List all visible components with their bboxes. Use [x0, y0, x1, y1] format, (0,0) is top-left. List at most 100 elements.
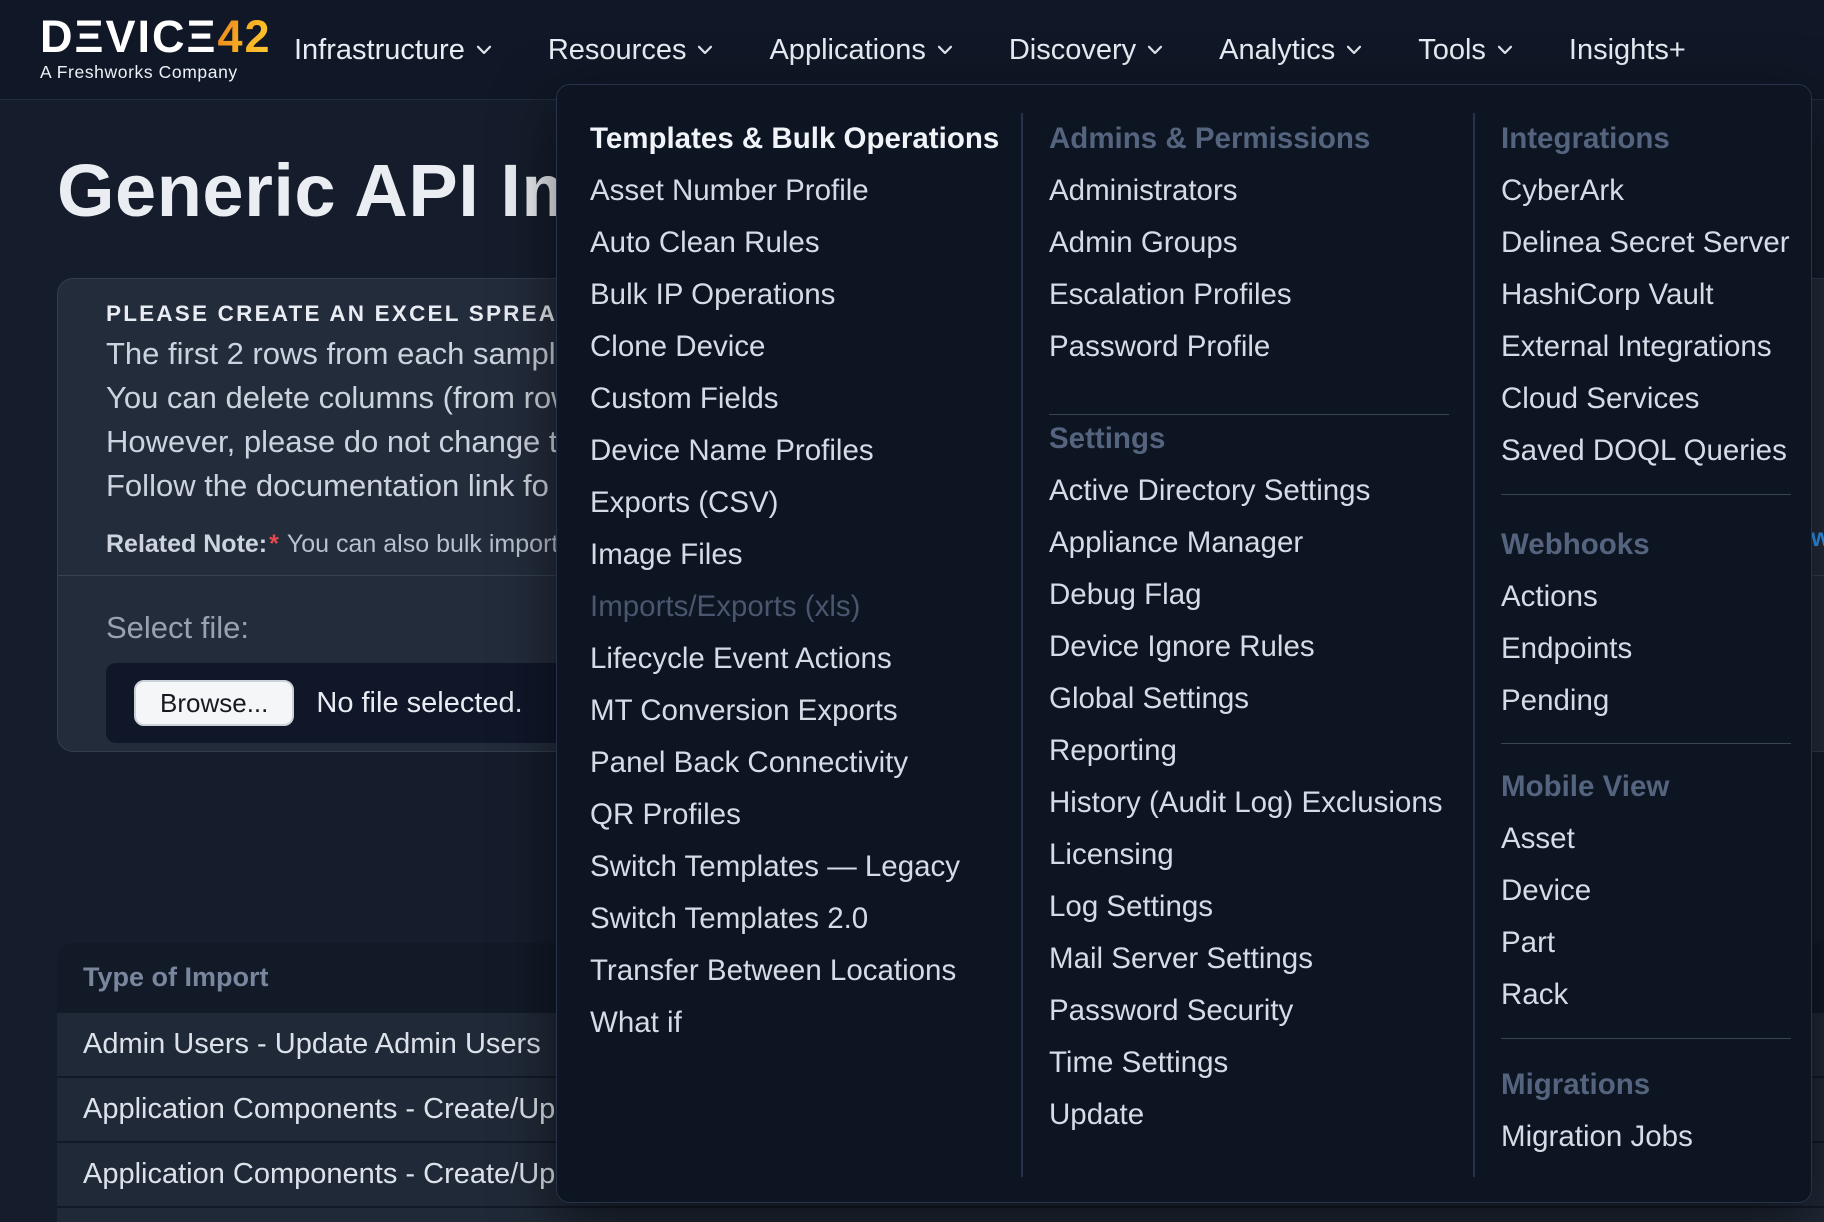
file-status-text: No file selected.	[316, 687, 522, 720]
menu-item-mail-server-settings[interactable]: Mail Server Settings	[1049, 933, 1442, 985]
menu-item-escalation-profiles[interactable]: Escalation Profiles	[1049, 269, 1370, 321]
menu-item-exports-csv[interactable]: Exports (CSV)	[590, 477, 999, 529]
menu-item-clone-device[interactable]: Clone Device	[590, 321, 999, 373]
menu-item-device-ignore-rules[interactable]: Device Ignore Rules	[1049, 621, 1442, 673]
required-asterisk: *	[269, 530, 279, 558]
device42-logo[interactable]: DΞVICΞ42 A Freshworks Company	[40, 13, 272, 83]
menu-column-divider	[1473, 113, 1475, 1177]
menu-item-licensing[interactable]: Licensing	[1049, 829, 1442, 881]
menu-item-active-directory-settings[interactable]: Active Directory Settings	[1049, 465, 1442, 517]
menu-item-custom-fields[interactable]: Custom Fields	[590, 373, 999, 425]
menu-item-debug-flag[interactable]: Debug Flag	[1049, 569, 1442, 621]
menu-item-transfer-between-locations[interactable]: Transfer Between Locations	[590, 945, 999, 997]
instruction-line: The first 2 rows from each sampl	[106, 332, 574, 376]
menu-item-external-integrations[interactable]: External Integrations	[1501, 321, 1790, 373]
menu-section-header-migrations: Migrations	[1501, 1059, 1693, 1111]
menu-section-divider	[1501, 494, 1791, 495]
menu-item-image-files[interactable]: Image Files	[590, 529, 999, 581]
menu-section-header-settings: Settings	[1049, 413, 1442, 465]
logo-tagline: A Freshworks Company	[40, 62, 272, 83]
chevron-down-icon	[1497, 45, 1513, 55]
nav-item-label: Tools	[1418, 34, 1486, 67]
menu-item-password-security[interactable]: Password Security	[1049, 985, 1442, 1037]
menu-item-switch-templates-legacy[interactable]: Switch Templates — Legacy	[590, 841, 999, 893]
browse-button[interactable]: Browse...	[134, 680, 294, 726]
menu-section-divider	[1501, 1038, 1791, 1039]
table-cell-text: Application Components - Create/Update A	[83, 1158, 638, 1190]
menu-column-2-section-admins-permissions: Admins & PermissionsAdministratorsAdmin …	[1049, 113, 1370, 373]
menu-item-cloud-services[interactable]: Cloud Services	[1501, 373, 1790, 425]
table-cell-text: Admin Users - Update Admin Users	[83, 1028, 541, 1060]
nav-item-tools[interactable]: Tools	[1418, 34, 1513, 67]
menu-item-bulk-ip-operations[interactable]: Bulk IP Operations	[590, 269, 999, 321]
nav-item-label: Analytics	[1219, 34, 1335, 67]
menu-item-delinea-secret-server[interactable]: Delinea Secret Server	[1501, 217, 1790, 269]
menu-item-device-name-profiles[interactable]: Device Name Profiles	[590, 425, 999, 477]
menu-item-lifecycle-event-actions[interactable]: Lifecycle Event Actions	[590, 633, 999, 685]
logo-accent-42: 42	[217, 11, 271, 62]
menu-item-migration-jobs[interactable]: Migration Jobs	[1501, 1111, 1693, 1163]
select-file-label: Select file:	[106, 610, 249, 646]
nav-item-applications[interactable]: Applications	[769, 34, 952, 67]
menu-item-imports-exports-xls: Imports/Exports (xls)	[590, 581, 999, 633]
related-note: Related Note:*You can also bulk import y…	[106, 530, 606, 559]
menu-section-header-webhooks: Webhooks	[1501, 519, 1650, 571]
tools-dropdown-menu: Templates & Bulk OperationsAsset Number …	[556, 84, 1812, 1203]
menu-item-rack[interactable]: Rack	[1501, 969, 1669, 1021]
menu-item-device[interactable]: Device	[1501, 865, 1669, 917]
menu-column-3-section-migrations: MigrationsMigration Jobs	[1501, 1059, 1693, 1163]
menu-item-reporting[interactable]: Reporting	[1049, 725, 1442, 777]
menu-column-2-section-settings: SettingsActive Directory SettingsApplian…	[1049, 413, 1442, 1141]
nav-item-analytics[interactable]: Analytics	[1219, 34, 1362, 67]
menu-item-saved-doql-queries[interactable]: Saved DOQL Queries	[1501, 425, 1790, 477]
menu-item-auto-clean-rules[interactable]: Auto Clean Rules	[590, 217, 999, 269]
menu-item-endpoints[interactable]: Endpoints	[1501, 623, 1650, 675]
menu-item-panel-back-connectivity[interactable]: Panel Back Connectivity	[590, 737, 999, 789]
menu-item-appliance-manager[interactable]: Appliance Manager	[1049, 517, 1442, 569]
menu-item-history-audit-log-exclusions[interactable]: History (Audit Log) Exclusions	[1049, 777, 1442, 829]
menu-item-cyberark[interactable]: CyberArk	[1501, 165, 1790, 217]
menu-item-password-profile[interactable]: Password Profile	[1049, 321, 1370, 373]
nav-item-label: Resources	[548, 34, 687, 67]
instructions-lines: The first 2 rows from each samplYou can …	[106, 332, 574, 508]
menu-column-3-section-integrations: IntegrationsCyberArkDelinea Secret Serve…	[1501, 113, 1790, 477]
nav-item-resources[interactable]: Resources	[548, 34, 714, 67]
menu-section-header-integrations: Integrations	[1501, 113, 1790, 165]
menu-item-asset-number-profile[interactable]: Asset Number Profile	[590, 165, 999, 217]
nav-item-discovery[interactable]: Discovery	[1009, 34, 1163, 67]
menu-item-hashicorp-vault[interactable]: HashiCorp Vault	[1501, 269, 1790, 321]
page-title: Generic API Im	[57, 148, 588, 233]
table-cell-text: Application Components - Create/Update A	[83, 1093, 638, 1125]
menu-column-divider	[1021, 113, 1023, 1177]
menu-column-1-section-templates-bulk-operations: Templates & Bulk OperationsAsset Number …	[590, 113, 999, 1049]
nav-item-label: Applications	[769, 34, 925, 67]
related-note-link-fragment[interactable]: w	[1811, 524, 1824, 553]
app-root: Generic API Im PLEASE CREATE AN EXCEL SP…	[0, 0, 1824, 1222]
menu-item-what-if[interactable]: What if	[590, 997, 999, 1049]
nav-item-insights+[interactable]: Insights+	[1569, 34, 1686, 67]
menu-item-mt-conversion-exports[interactable]: MT Conversion Exports	[590, 685, 999, 737]
menu-item-admin-groups[interactable]: Admin Groups	[1049, 217, 1370, 269]
menu-item-switch-templates-2-0[interactable]: Switch Templates 2.0	[590, 893, 999, 945]
menu-item-actions[interactable]: Actions	[1501, 571, 1650, 623]
menu-item-global-settings[interactable]: Global Settings	[1049, 673, 1442, 725]
instruction-line: However, please do not change t	[106, 420, 574, 464]
chevron-down-icon	[697, 45, 713, 55]
nav-item-label: Infrastructure	[294, 34, 465, 67]
menu-item-time-settings[interactable]: Time Settings	[1049, 1037, 1442, 1089]
instruction-line: You can delete columns (from row	[106, 376, 574, 420]
menu-item-log-settings[interactable]: Log Settings	[1049, 881, 1442, 933]
table-row-partial	[57, 1206, 1824, 1222]
logo-wordmark: DΞVICΞ42	[40, 13, 272, 61]
nav-item-infrastructure[interactable]: Infrastructure	[294, 34, 492, 67]
menu-item-asset[interactable]: Asset	[1501, 813, 1669, 865]
menu-item-pending[interactable]: Pending	[1501, 675, 1650, 727]
menu-item-administrators[interactable]: Administrators	[1049, 165, 1370, 217]
menu-item-part[interactable]: Part	[1501, 917, 1669, 969]
nav-item-label: Insights+	[1569, 34, 1686, 67]
menu-column-3-section-webhooks: WebhooksActionsEndpointsPending	[1501, 519, 1650, 727]
menu-item-update[interactable]: Update	[1049, 1089, 1442, 1141]
chevron-down-icon	[937, 45, 953, 55]
menu-section-header-mobile-view: Mobile View	[1501, 761, 1669, 813]
menu-item-qr-profiles[interactable]: QR Profiles	[590, 789, 999, 841]
